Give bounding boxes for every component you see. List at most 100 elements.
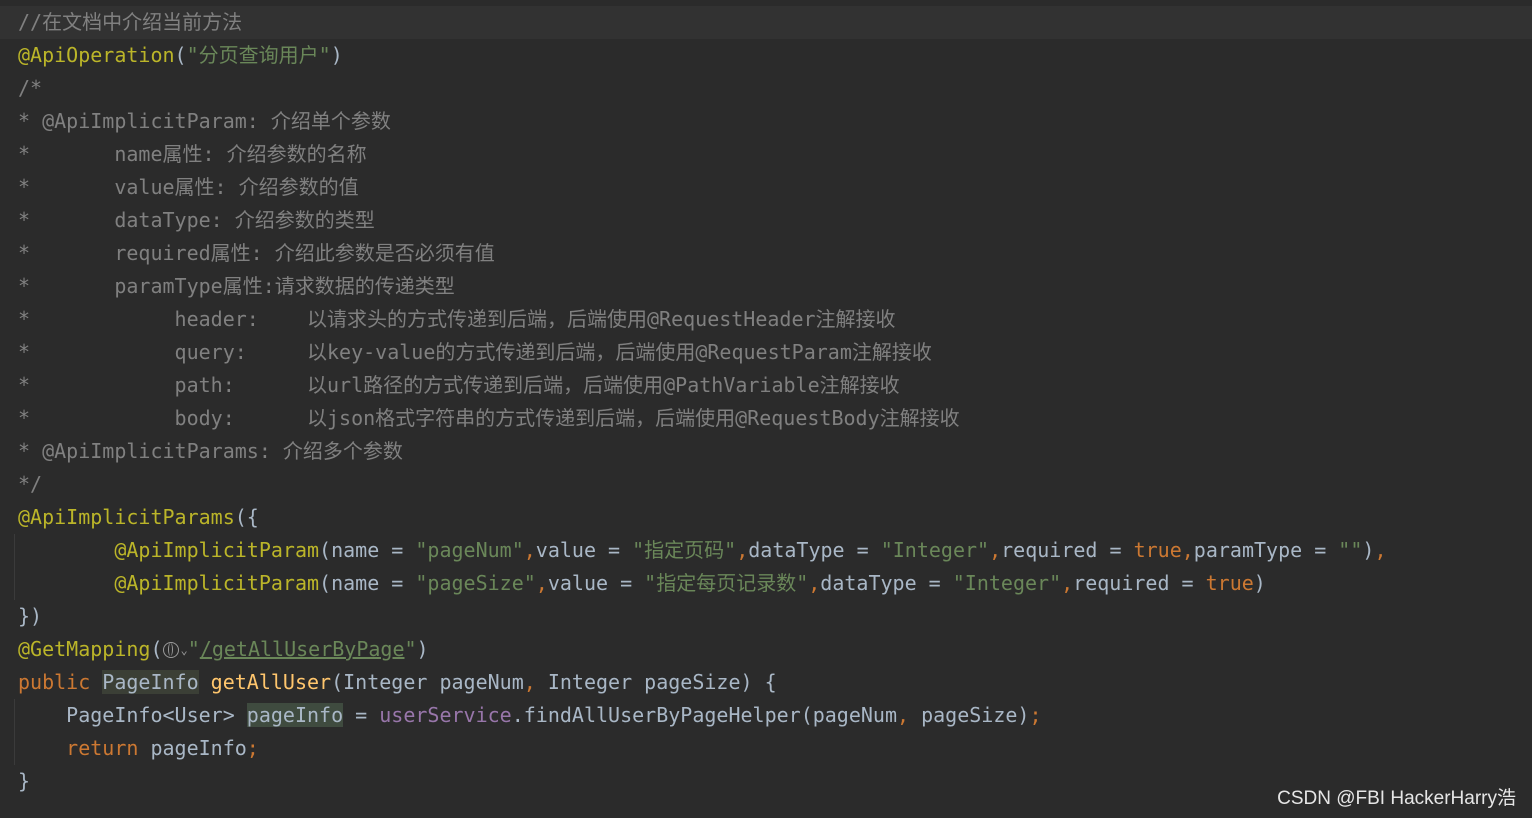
code-text: pageInfo: [138, 736, 247, 760]
indent-guide: [14, 699, 15, 732]
code-text: Integer pageSize) {: [535, 670, 777, 694]
code-line-6[interactable]: * value属性: 介绍参数的值: [0, 171, 1532, 204]
string-literal: "": [1338, 538, 1363, 562]
code-text: paramType =: [1193, 538, 1339, 562]
indent-guide: [14, 567, 15, 600]
code-text: required =: [1001, 538, 1134, 562]
punctuation: ): [330, 43, 343, 67]
code-line-10[interactable]: * header: 以请求头的方式传递到后端，后端使用@RequestHeade…: [0, 303, 1532, 336]
code-line-1[interactable]: //在文档中介绍当前方法: [0, 6, 1532, 39]
string-literal: "pageSize": [415, 571, 536, 595]
semicolon: ;: [1029, 703, 1042, 727]
globe-icon[interactable]: [162, 642, 179, 658]
code-text: (name =: [319, 538, 416, 562]
quote: ": [404, 637, 417, 661]
watermark-text: CSDN @FBI HackerHarry浩: [1277, 788, 1516, 809]
code-text: (name =: [319, 571, 416, 595]
string-literal: "Integer": [880, 538, 990, 562]
keyword: public: [18, 670, 91, 694]
comma: ,: [523, 538, 536, 562]
code-text: dataType =: [820, 571, 953, 595]
comma: ,: [1374, 538, 1387, 562]
code-line-2[interactable]: @ApiOperation("分页查询用户"): [0, 39, 1532, 72]
code-line-23[interactable]: return pageInfo;: [0, 732, 1532, 765]
code-line-4[interactable]: * @ApiImplicitParam: 介绍单个参数: [0, 105, 1532, 138]
indent-guide: [14, 732, 15, 765]
comment-text: * required属性: 介绍此参数是否必须有值: [18, 241, 495, 265]
comma: ,: [1061, 571, 1074, 595]
annotation-name: @ApiImplicitParam: [114, 571, 320, 595]
comma: ,: [989, 538, 1002, 562]
comment-text: /*: [18, 76, 43, 100]
string-literal: "指定页码": [632, 538, 737, 562]
code-line-18[interactable]: @ApiImplicitParam(name = "pageSize", valu…: [0, 567, 1532, 600]
code-text: pageSize): [909, 703, 1030, 727]
code-line-20[interactable]: @GetMapping(⌄"/getAllUserByPage"): [0, 633, 1532, 666]
comment-text: * header: 以请求头的方式传递到后端，后端使用@RequestHeade…: [18, 307, 896, 331]
comment-text: * body: 以json格式字符串的方式传递到后端，后端使用@RequestB…: [18, 406, 960, 430]
code-line-9[interactable]: * paramType属性:请求数据的传递类型: [0, 270, 1532, 303]
code-line-7[interactable]: * dataType: 介绍参数的类型: [0, 204, 1532, 237]
code-line-11[interactable]: * query: 以key-value的方式传递到后端，后端使用@Request…: [0, 336, 1532, 369]
punctuation: ): [416, 637, 429, 661]
keyword: return: [66, 736, 139, 760]
code-text: =: [343, 703, 380, 727]
highlighted-type: PageInfo: [102, 670, 199, 694]
code-editor[interactable]: //在文档中介绍当前方法 @ApiOperation("分页查询用户") /* …: [0, 6, 1532, 798]
comment-text: * @ApiImplicitParams: 介绍多个参数: [18, 439, 403, 463]
code-line-16[interactable]: @ApiImplicitParams({: [0, 501, 1532, 534]
comment-text: * path: 以url路径的方式传递到后端，后端使用@PathVariable…: [18, 373, 900, 397]
code-line-17[interactable]: @ApiImplicitParam(name = "pageNum",value…: [0, 534, 1532, 567]
annotation-name: @GetMapping: [18, 637, 151, 661]
code-line-5[interactable]: * name属性: 介绍参数的名称: [0, 138, 1532, 171]
code-text: value =: [535, 538, 633, 562]
code-text: .findAllUserByPageHelper(pageNum: [511, 703, 898, 727]
code-line-13[interactable]: * body: 以json格式字符串的方式传递到后端，后端使用@RequestB…: [0, 402, 1532, 435]
code-line-8[interactable]: * required属性: 介绍此参数是否必须有值: [0, 237, 1532, 270]
code-line-19[interactable]: }): [0, 600, 1532, 633]
code-text: required =: [1073, 571, 1206, 595]
method-name: getAllUser: [210, 670, 332, 694]
punctuation: ): [1362, 538, 1375, 562]
comment-text: //在文档中介绍当前方法: [18, 10, 243, 34]
punctuation: (: [150, 637, 163, 661]
highlighted-variable: pageInfo: [246, 703, 344, 727]
code-line-14[interactable]: * @ApiImplicitParams: 介绍多个参数: [0, 435, 1532, 468]
comma: ,: [736, 538, 749, 562]
string-literal: "pageNum": [415, 538, 524, 562]
code-text: (Integer pageNum: [331, 670, 524, 694]
punctuation: ): [1253, 571, 1266, 595]
code-line-3[interactable]: /*: [0, 72, 1532, 105]
annotation-name: @ApiImplicitParams: [18, 505, 235, 529]
string-literal: "指定每页记录数": [644, 571, 809, 595]
comment-text: * name属性: 介绍参数的名称: [18, 142, 367, 166]
indent-guide: [14, 534, 15, 567]
chevron-down-icon[interactable]: ⌄: [181, 634, 188, 667]
code-line-22[interactable]: PageInfo<User> pageInfo = userService.fi…: [0, 699, 1532, 732]
quote: ": [187, 637, 200, 661]
punctuation: }): [18, 604, 43, 628]
code-text: dataType =: [748, 538, 881, 562]
url-link[interactable]: /getAllUserByPage: [200, 637, 405, 661]
code-line-15[interactable]: */: [0, 468, 1532, 501]
annotation-name: @ApiImplicitParam: [114, 538, 320, 562]
punctuation: (: [174, 43, 187, 67]
comment-text: */: [18, 472, 43, 496]
comment-text: * dataType: 介绍参数的类型: [18, 208, 375, 232]
string-literal: "Integer": [952, 571, 1062, 595]
code-line-12[interactable]: * path: 以url路径的方式传递到后端，后端使用@PathVariable…: [0, 369, 1532, 402]
code-text: value =: [547, 571, 645, 595]
comma: ,: [897, 703, 910, 727]
comment-text: * paramType属性:请求数据的传递类型: [18, 274, 455, 298]
string-literal: "分页查询用户": [186, 43, 331, 67]
comma: ,: [808, 571, 821, 595]
code-line-21[interactable]: public PageInfo getAllUser(Integer pageN…: [0, 666, 1532, 699]
comment-text: * value属性: 介绍参数的值: [18, 175, 359, 199]
punctuation: ({: [234, 505, 259, 529]
